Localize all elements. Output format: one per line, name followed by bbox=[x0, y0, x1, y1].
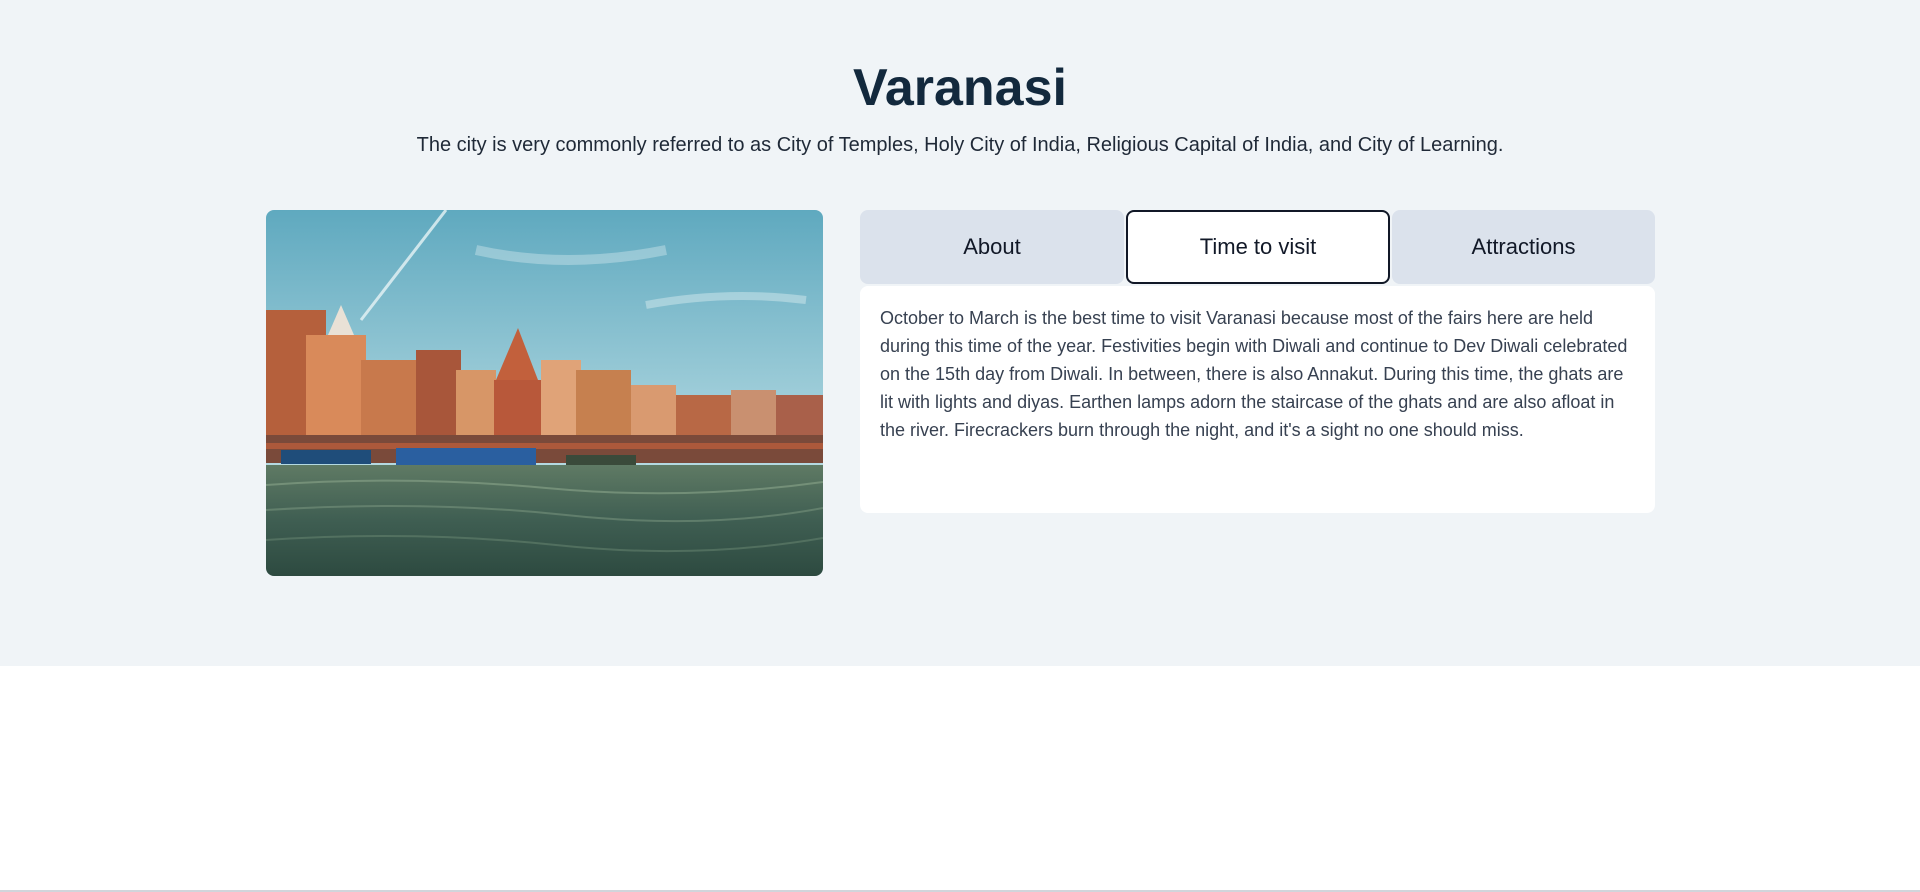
panel-text: October to March is the best time to vis… bbox=[880, 308, 1628, 440]
page-title: Varanasi bbox=[853, 59, 1067, 117]
tab-time-to-visit[interactable]: Time to visit bbox=[1126, 210, 1390, 284]
tab-attractions[interactable]: Attractions bbox=[1392, 210, 1655, 284]
varanasi-ghats-photo bbox=[266, 210, 823, 576]
tab-about[interactable]: About bbox=[860, 210, 1124, 284]
tab-bar: About Time to visit Attractions bbox=[860, 210, 1655, 284]
hero-section: Varanasi The city is very commonly refer… bbox=[0, 0, 1920, 666]
tab-panel: October to March is the best time to vis… bbox=[860, 286, 1655, 513]
page-subtitle: The city is very commonly referred to as… bbox=[416, 134, 1504, 156]
